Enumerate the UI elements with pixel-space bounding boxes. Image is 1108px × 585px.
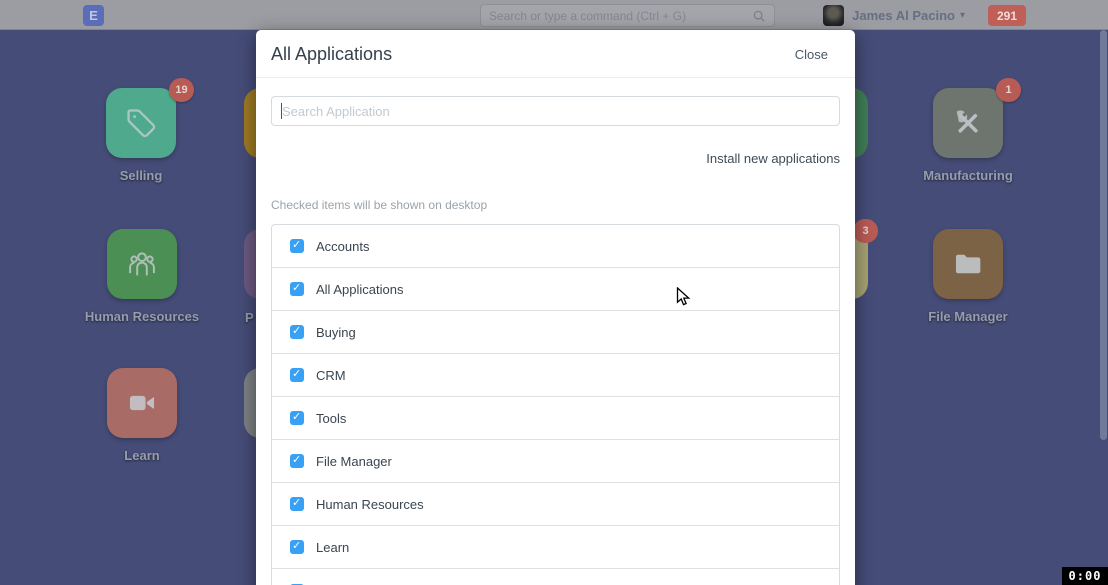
global-search-input[interactable] [489,9,752,23]
partial-app-label: P [245,310,254,325]
all-applications-modal: All Applications Close Install new appli… [256,30,855,585]
notification-badge: 3 [853,219,878,243]
user-avatar [823,5,844,26]
app-label: Learn [32,448,252,463]
desktop-app-manufacturing[interactable]: 1 Manufacturing [933,88,1003,158]
folder-icon [933,229,1003,299]
list-item-all-applications[interactable]: All Applications [272,268,839,311]
video-camera-icon [107,368,177,438]
tag-icon [106,88,176,158]
tools-icon [933,88,1003,158]
search-icon [752,9,766,23]
app-logo[interactable]: E [83,5,104,26]
list-item-label: Accounts [316,239,369,254]
app-label: Selling [31,168,251,183]
list-item-label: Human Resources [316,497,424,512]
global-search[interactable] [480,4,775,27]
list-item-label: All Applications [316,282,403,297]
modal-title: All Applications [271,44,392,65]
list-item-label: Tools [316,411,346,426]
checkbox-checked[interactable] [290,325,304,339]
checkbox-checked[interactable] [290,454,304,468]
modal-header: All Applications Close [256,30,855,78]
desktop-app-selling[interactable]: 19 Selling [106,88,176,158]
list-item-manufacturing[interactable]: Manufacturing [272,569,839,585]
mouse-cursor [676,287,694,312]
notification-badge: 1 [996,78,1021,102]
helper-text: Checked items will be shown on desktop [271,198,840,212]
list-item-label: Buying [316,325,356,340]
navbar: E James Al Pacino ▾ 291 [0,0,1108,30]
modal-body: Install new applications Checked items w… [256,78,855,585]
desktop-app-file-manager[interactable]: File Manager [933,229,1003,299]
install-new-applications-link[interactable]: Install new applications [706,151,840,166]
desktop-app-learn[interactable]: Learn [107,368,177,438]
application-list: Accounts All Applications Buying CRM Too… [271,224,840,585]
page-scrollbar[interactable] [1100,30,1107,440]
screen: 19 Selling 1 Manufacturing [0,0,1108,585]
checkbox-checked[interactable] [290,411,304,425]
chevron-down-icon: ▾ [960,10,965,21]
list-item-learn[interactable]: Learn [272,526,839,569]
notification-badge: 19 [169,78,194,102]
application-search-input[interactable] [271,96,840,126]
list-item-human-resources[interactable]: Human Resources [272,483,839,526]
list-item-label: File Manager [316,454,392,469]
list-item-label: Learn [316,540,349,555]
list-item-file-manager[interactable]: File Manager [272,440,839,483]
people-icon [107,229,177,299]
notifications-count-badge[interactable]: 291 [988,5,1026,26]
list-item-label: CRM [316,368,346,383]
checkbox-checked[interactable] [290,368,304,382]
checkbox-checked[interactable] [290,239,304,253]
text-caret [281,103,282,119]
close-button[interactable]: Close [795,47,828,62]
checkbox-checked[interactable] [290,282,304,296]
desktop-app-human-resources[interactable]: Human Resources [107,229,177,299]
list-item-crm[interactable]: CRM [272,354,839,397]
user-menu[interactable]: James Al Pacino ▾ [823,4,965,26]
app-label: Human Resources [32,309,252,324]
list-item-tools[interactable]: Tools [272,397,839,440]
list-item-accounts[interactable]: Accounts [272,225,839,268]
recording-timer: 0:00 [1062,567,1108,585]
list-item-buying[interactable]: Buying [272,311,839,354]
checkbox-checked[interactable] [290,540,304,554]
app-label: File Manager [858,309,1078,324]
user-name: James Al Pacino [852,8,955,23]
checkbox-checked[interactable] [290,497,304,511]
app-label: Manufacturing [858,168,1078,183]
